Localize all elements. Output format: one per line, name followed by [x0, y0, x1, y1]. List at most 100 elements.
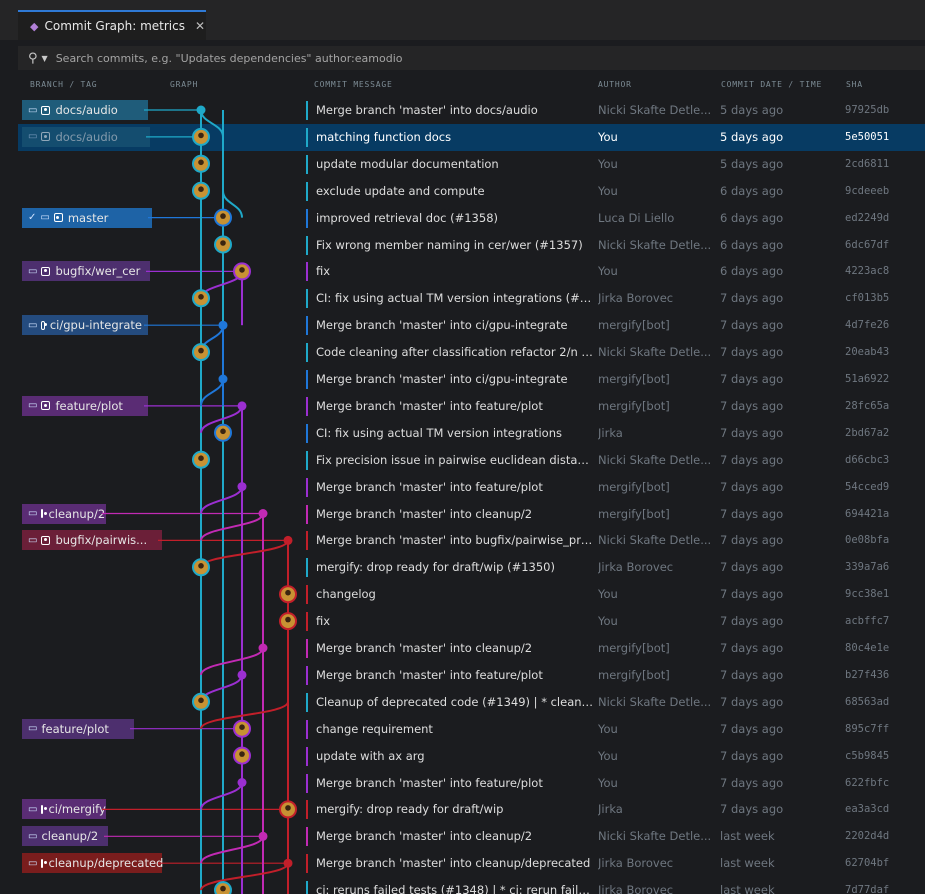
commit-message: update modular documentation: [316, 156, 499, 171]
commit-sha[interactable]: 51a6922: [845, 373, 920, 385]
commit-avatar[interactable]: [214, 881, 232, 894]
commit-avatar[interactable]: [214, 423, 232, 442]
commit-avatar[interactable]: [233, 746, 251, 765]
header-author[interactable]: AUTHOR: [598, 80, 632, 89]
graph-commit-dot[interactable]: [218, 374, 228, 384]
graph-commit-dot[interactable]: [283, 535, 293, 545]
commit-avatar[interactable]: [192, 127, 210, 146]
commit-sha[interactable]: acbffc7: [845, 615, 920, 627]
graph-merge-curve: [200, 486, 243, 514]
commit-avatar[interactable]: [233, 262, 251, 281]
commit-sha[interactable]: d66cbc3: [845, 454, 920, 466]
commit-avatar[interactable]: [192, 450, 210, 469]
commit-sha[interactable]: cf013b5: [845, 292, 920, 304]
commit-avatar[interactable]: [233, 719, 251, 738]
commit-sha[interactable]: 2bd67a2: [845, 427, 920, 439]
commit-avatar[interactable]: [192, 343, 210, 362]
commit-date: 7 days ago: [720, 694, 784, 709]
graph-commit-dot[interactable]: [237, 778, 247, 787]
commit-date: 6 days ago: [720, 183, 784, 198]
commit-date: 6 days ago: [720, 237, 784, 252]
header-graph[interactable]: GRAPH: [170, 80, 198, 89]
commit-author: You: [598, 129, 618, 144]
commit-sha[interactable]: 20eab43: [845, 346, 920, 358]
commit-message: CI: fix using actual TM version integrat…: [316, 291, 596, 306]
commit-sha[interactable]: 2cd6811: [845, 158, 920, 170]
commit-date: 7 days ago: [720, 748, 784, 763]
header-branch-tag[interactable]: BRANCH / TAG: [30, 80, 97, 89]
graph-merge-curve: [200, 862, 289, 891]
commit-avatar[interactable]: [214, 235, 232, 254]
graph-commit-dot[interactable]: [196, 105, 206, 115]
commit-sha[interactable]: 2202d4d: [845, 830, 920, 842]
commit-message: Merge branch 'master' into feature/plot: [316, 667, 543, 682]
commit-sha[interactable]: 895c7ff: [845, 723, 920, 735]
commit-date: 7 days ago: [720, 614, 784, 629]
commit-message: Merge branch 'master' into ci/gpu-integr…: [316, 372, 568, 386]
commit-sha[interactable]: 28fc65a: [845, 400, 920, 412]
search-input[interactable]: Search commits, e.g. "Updates dependenci…: [56, 52, 403, 65]
commit-avatar[interactable]: [192, 289, 210, 308]
graph-commit-dot[interactable]: [258, 831, 268, 841]
graph-commit-dot[interactable]: [218, 320, 228, 330]
commit-sha[interactable]: b27f436: [845, 669, 920, 681]
commit-message: Merge branch 'master' into cleanup/depre…: [316, 856, 591, 871]
header-sha[interactable]: SHA: [846, 80, 863, 89]
commit-sha[interactable]: 97925db: [845, 104, 920, 116]
commit-sha[interactable]: 6dc67df: [845, 239, 920, 251]
chevron-down-icon[interactable]: ▼: [42, 54, 48, 63]
commit-sha[interactable]: 4d7fe26: [845, 319, 920, 331]
commit-author: Jirka: [598, 425, 623, 440]
commit-sha[interactable]: 54cced9: [845, 481, 920, 493]
commit-message: improved retrieval doc (#1358): [316, 210, 498, 225]
commit-sha[interactable]: ea3a3cd: [845, 803, 920, 815]
commit-message: Merge branch 'master' into cleanup/2: [316, 829, 533, 844]
commit-sha[interactable]: ed2249d: [845, 212, 920, 224]
commit-sha[interactable]: 62704bf: [845, 857, 920, 869]
commit-sha[interactable]: 4223ac8: [845, 265, 920, 277]
commit-sha[interactable]: 80c4e1e: [845, 642, 920, 654]
commit-sha[interactable]: 7d77daf: [845, 884, 920, 894]
commit-author: mergify[bot]: [598, 667, 670, 682]
graph-merge-curve: [200, 782, 243, 810]
commit-avatar[interactable]: [279, 800, 297, 819]
commit-avatar[interactable]: [192, 181, 210, 200]
header-commit-date[interactable]: COMMIT DATE / TIME: [721, 80, 822, 89]
commit-avatar[interactable]: [192, 154, 210, 173]
commit-date: 7 days ago: [720, 372, 784, 386]
commit-sha[interactable]: 622fbfc: [845, 777, 920, 789]
commit-date: 7 days ago: [720, 425, 784, 440]
commit-sha[interactable]: 694421a: [845, 508, 920, 520]
commit-avatar[interactable]: [279, 585, 297, 604]
graph-commit-dot[interactable]: [237, 482, 247, 492]
search-icon[interactable]: ⚲: [28, 51, 38, 66]
commit-message: fix: [316, 614, 331, 629]
close-icon[interactable]: ✕: [195, 19, 205, 33]
graph-commit-dot[interactable]: [258, 509, 268, 518]
commit-author: mergify[bot]: [598, 318, 670, 333]
graph-commit-dot[interactable]: [283, 858, 293, 868]
commit-message: matching function docs: [316, 129, 452, 144]
commit-avatar[interactable]: [214, 208, 232, 227]
commit-message: Cleanup of deprecated code (#1349) | * c…: [316, 694, 596, 709]
commit-date: last week: [720, 829, 775, 844]
commit-sha[interactable]: c5b9845: [845, 750, 920, 762]
commit-avatar[interactable]: [192, 692, 210, 711]
graph-commit-dot[interactable]: [258, 643, 268, 653]
commit-message: Merge branch 'master' into feature/plot: [316, 479, 543, 494]
graph-commit-dot[interactable]: [237, 401, 247, 411]
graph-commit-dot[interactable]: [237, 670, 247, 680]
commit-sha[interactable]: 339a7a6: [845, 561, 920, 573]
search-bar[interactable]: ⚲ ▼ Search commits, e.g. "Updates depend…: [18, 46, 925, 70]
commit-author: Jirka Borovec: [598, 883, 674, 894]
commit-avatar[interactable]: [192, 558, 210, 577]
commit-sha[interactable]: 0e08bfa: [845, 534, 920, 546]
commit-sha[interactable]: 5e50051: [845, 131, 920, 143]
commit-sha[interactable]: 9cc38e1: [845, 588, 920, 600]
header-commit-message[interactable]: COMMIT MESSAGE: [314, 80, 393, 89]
tab-commit-graph[interactable]: ◆ Commit Graph: metrics ✕: [18, 10, 206, 40]
commit-date: 7 days ago: [720, 802, 784, 817]
commit-avatar[interactable]: [279, 612, 297, 631]
commit-sha[interactable]: 9cdeeeb: [845, 185, 920, 197]
commit-sha[interactable]: 68563ad: [845, 696, 920, 708]
